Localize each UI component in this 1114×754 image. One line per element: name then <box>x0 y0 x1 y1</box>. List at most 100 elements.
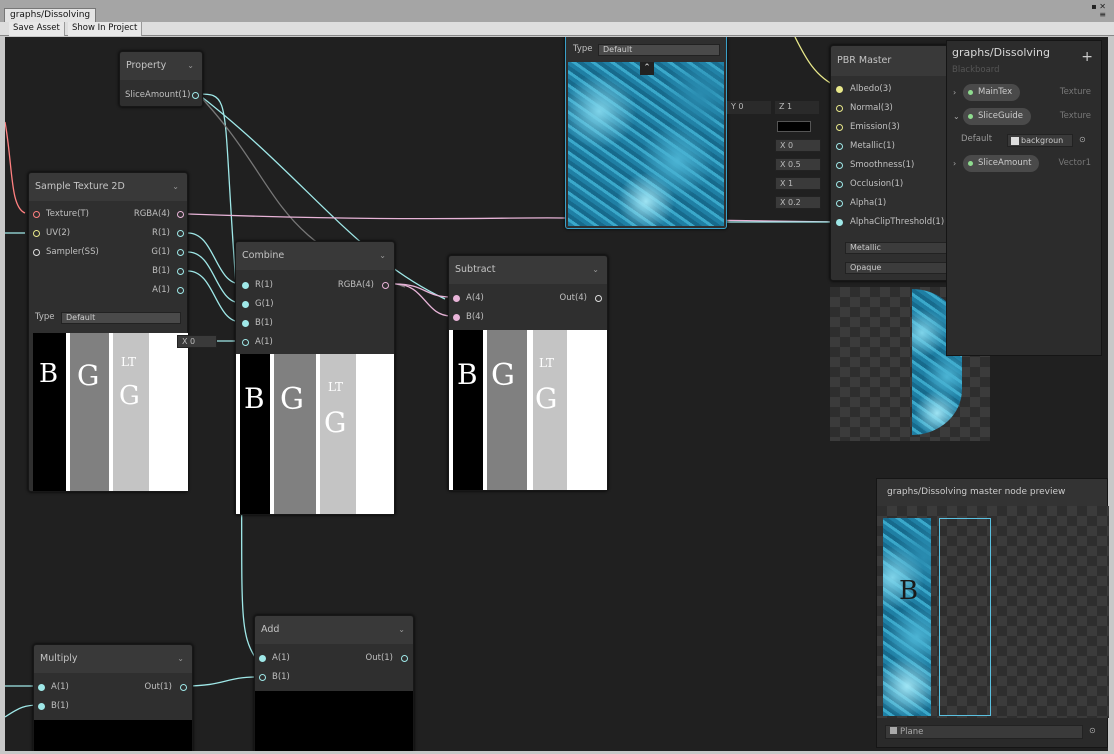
property-node[interactable]: Property ⌄ SliceAmount(1) <box>119 51 203 107</box>
output-port[interactable] <box>177 230 184 237</box>
input-port[interactable] <box>836 219 843 226</box>
port-b[interactable]: B(1) <box>242 314 273 332</box>
port-a[interactable]: A(4) <box>453 289 484 307</box>
collapse-preview-icon[interactable]: ⌃ <box>640 62 654 75</box>
input-port[interactable] <box>836 105 843 112</box>
sample-texture-2d-node[interactable]: Sample Texture 2D ⌄ Texture(T) UV(2) Sam… <box>28 172 188 492</box>
port-r[interactable]: R(1) <box>242 276 273 294</box>
output-port[interactable] <box>177 211 184 218</box>
output-port[interactable] <box>595 295 602 302</box>
save-asset-button[interactable]: Save Asset <box>9 22 65 36</box>
port-b[interactable]: B(4) <box>453 308 484 326</box>
chevron-down-icon[interactable]: ⌄ <box>398 625 405 634</box>
output-port[interactable] <box>192 92 199 99</box>
window-tab[interactable]: graphs/Dissolving <box>4 8 97 22</box>
input-port[interactable] <box>259 655 266 662</box>
input-port[interactable] <box>836 200 843 207</box>
chevron-down-icon[interactable]: ⌄ <box>187 61 194 70</box>
show-in-project-button[interactable]: Show In Project <box>68 22 143 36</box>
input-port[interactable] <box>836 143 843 150</box>
port-g[interactable]: G(1) <box>242 295 274 313</box>
workflow-dropdown[interactable]: Metallic <box>845 242 949 254</box>
port-a[interactable]: A(1) <box>242 333 273 351</box>
input-port[interactable] <box>38 703 45 710</box>
port-a[interactable]: A(1) <box>259 649 290 667</box>
chevron-down-icon[interactable]: ⌄ <box>177 654 184 663</box>
port-texture[interactable]: Texture(T) <box>33 205 89 223</box>
input-port[interactable] <box>33 230 40 237</box>
smoothness-field[interactable]: X 0.5 <box>775 158 821 171</box>
subtract-node[interactable]: Subtract ⌄ A(4) B(4) Out(4) B G LT G <box>448 255 608 491</box>
combine-a-default-field[interactable]: X 0 <box>177 335 217 348</box>
property-pill[interactable]: SliceAmount <box>963 155 1040 172</box>
property-pill[interactable]: SliceGuide <box>963 108 1031 125</box>
input-port[interactable] <box>38 684 45 691</box>
input-port[interactable] <box>836 86 843 93</box>
port-alpha[interactable]: Alpha(1) <box>836 194 886 212</box>
metallic-field[interactable]: X 0 <box>775 139 821 152</box>
alpha-field[interactable]: X 0.2 <box>775 196 821 209</box>
port-b[interactable]: B(1) <box>38 697 69 715</box>
property-pill[interactable]: MainTex <box>963 84 1021 101</box>
input-port[interactable] <box>836 162 843 169</box>
input-port[interactable] <box>242 301 249 308</box>
port-smoothness[interactable]: Smoothness(1) <box>836 156 914 174</box>
port-albedo[interactable]: Albedo(3) <box>836 80 891 98</box>
expand-icon[interactable]: › <box>953 155 956 172</box>
surface-dropdown[interactable]: Opaque <box>845 262 949 274</box>
input-port[interactable] <box>453 295 460 302</box>
property-row-sliceguide[interactable]: ⌄ SliceGuide Texture <box>953 108 1095 126</box>
property-row-sliceamount[interactable]: › SliceAmount Vector1 <box>953 155 1095 173</box>
port-a[interactable]: A(1) <box>38 678 69 696</box>
output-port[interactable] <box>177 249 184 256</box>
input-port[interactable] <box>453 314 460 321</box>
port-normal[interactable]: Normal(3) <box>836 99 893 117</box>
add-node[interactable]: Add ⌄ A(1) B(1) Out(1) <box>254 615 414 751</box>
normal-z-field[interactable]: Z 1 <box>775 101 819 114</box>
port-occlusion[interactable]: Occlusion(1) <box>836 175 903 193</box>
normal-y-field[interactable]: Y 0 <box>727 101 771 114</box>
property-row-maintex[interactable]: › MainTex Texture <box>953 84 1095 102</box>
port-alpha-clip[interactable]: AlphaClipThreshold(1) <box>836 213 944 231</box>
port-metallic[interactable]: Metallic(1) <box>836 137 895 155</box>
port-b[interactable]: B(1) <box>259 668 290 686</box>
multiply-node[interactable]: Multiply ⌄ A(1) B(1) Out(1) <box>33 644 193 751</box>
preview-mesh-selector[interactable]: Plane <box>885 725 1083 739</box>
output-port[interactable] <box>382 282 389 289</box>
output-port[interactable] <box>177 268 184 275</box>
collapse-icon[interactable]: ⌄ <box>953 108 960 125</box>
occlusion-field[interactable]: X 1 <box>775 177 821 190</box>
pbr-master-node[interactable]: PBR Master Albedo(3) Normal(3) Emission(… <box>830 45 950 281</box>
input-port[interactable] <box>242 320 249 327</box>
input-port[interactable] <box>242 282 249 289</box>
port-emission[interactable]: Emission(3) <box>836 118 900 136</box>
combine-node[interactable]: Combine ⌄ R(1) G(1) B(1) A(1) RGBA(4) B … <box>235 241 395 515</box>
object-picker-icon[interactable]: ⊙ <box>1079 135 1086 144</box>
input-port[interactable] <box>836 124 843 131</box>
input-port[interactable] <box>33 249 40 256</box>
port-label: Smoothness(1) <box>850 160 915 170</box>
default-texture-field[interactable]: backgroun <box>1007 134 1073 147</box>
preview-letter: B <box>244 382 265 415</box>
port-sampler[interactable]: Sampler(SS) <box>33 243 99 261</box>
output-port[interactable] <box>180 684 187 691</box>
texture-node[interactable]: Type Default ⌃ <box>565 37 727 229</box>
chevron-down-icon[interactable]: ⌄ <box>172 182 179 191</box>
chevron-down-icon[interactable]: ⌄ <box>592 265 599 274</box>
input-port[interactable] <box>259 674 266 681</box>
master-preview-viewport[interactable]: B <box>877 506 1109 718</box>
window-controls[interactable]: ▪ ✕ ≡ <box>1091 3 1106 19</box>
input-port[interactable] <box>836 181 843 188</box>
type-dropdown[interactable]: Default <box>598 44 720 56</box>
expand-icon[interactable]: › <box>953 84 956 101</box>
input-port[interactable] <box>33 211 40 218</box>
emission-color-swatch[interactable] <box>777 121 811 132</box>
chevron-down-icon[interactable]: ⌄ <box>379 251 386 260</box>
output-port[interactable] <box>177 287 184 294</box>
port-uv[interactable]: UV(2) <box>33 224 70 242</box>
add-property-button[interactable]: + <box>1081 49 1093 65</box>
object-picker-icon[interactable]: ⊙ <box>1089 726 1096 735</box>
type-dropdown[interactable]: Default <box>61 312 181 324</box>
output-port[interactable] <box>401 655 408 662</box>
input-port[interactable] <box>242 339 249 346</box>
